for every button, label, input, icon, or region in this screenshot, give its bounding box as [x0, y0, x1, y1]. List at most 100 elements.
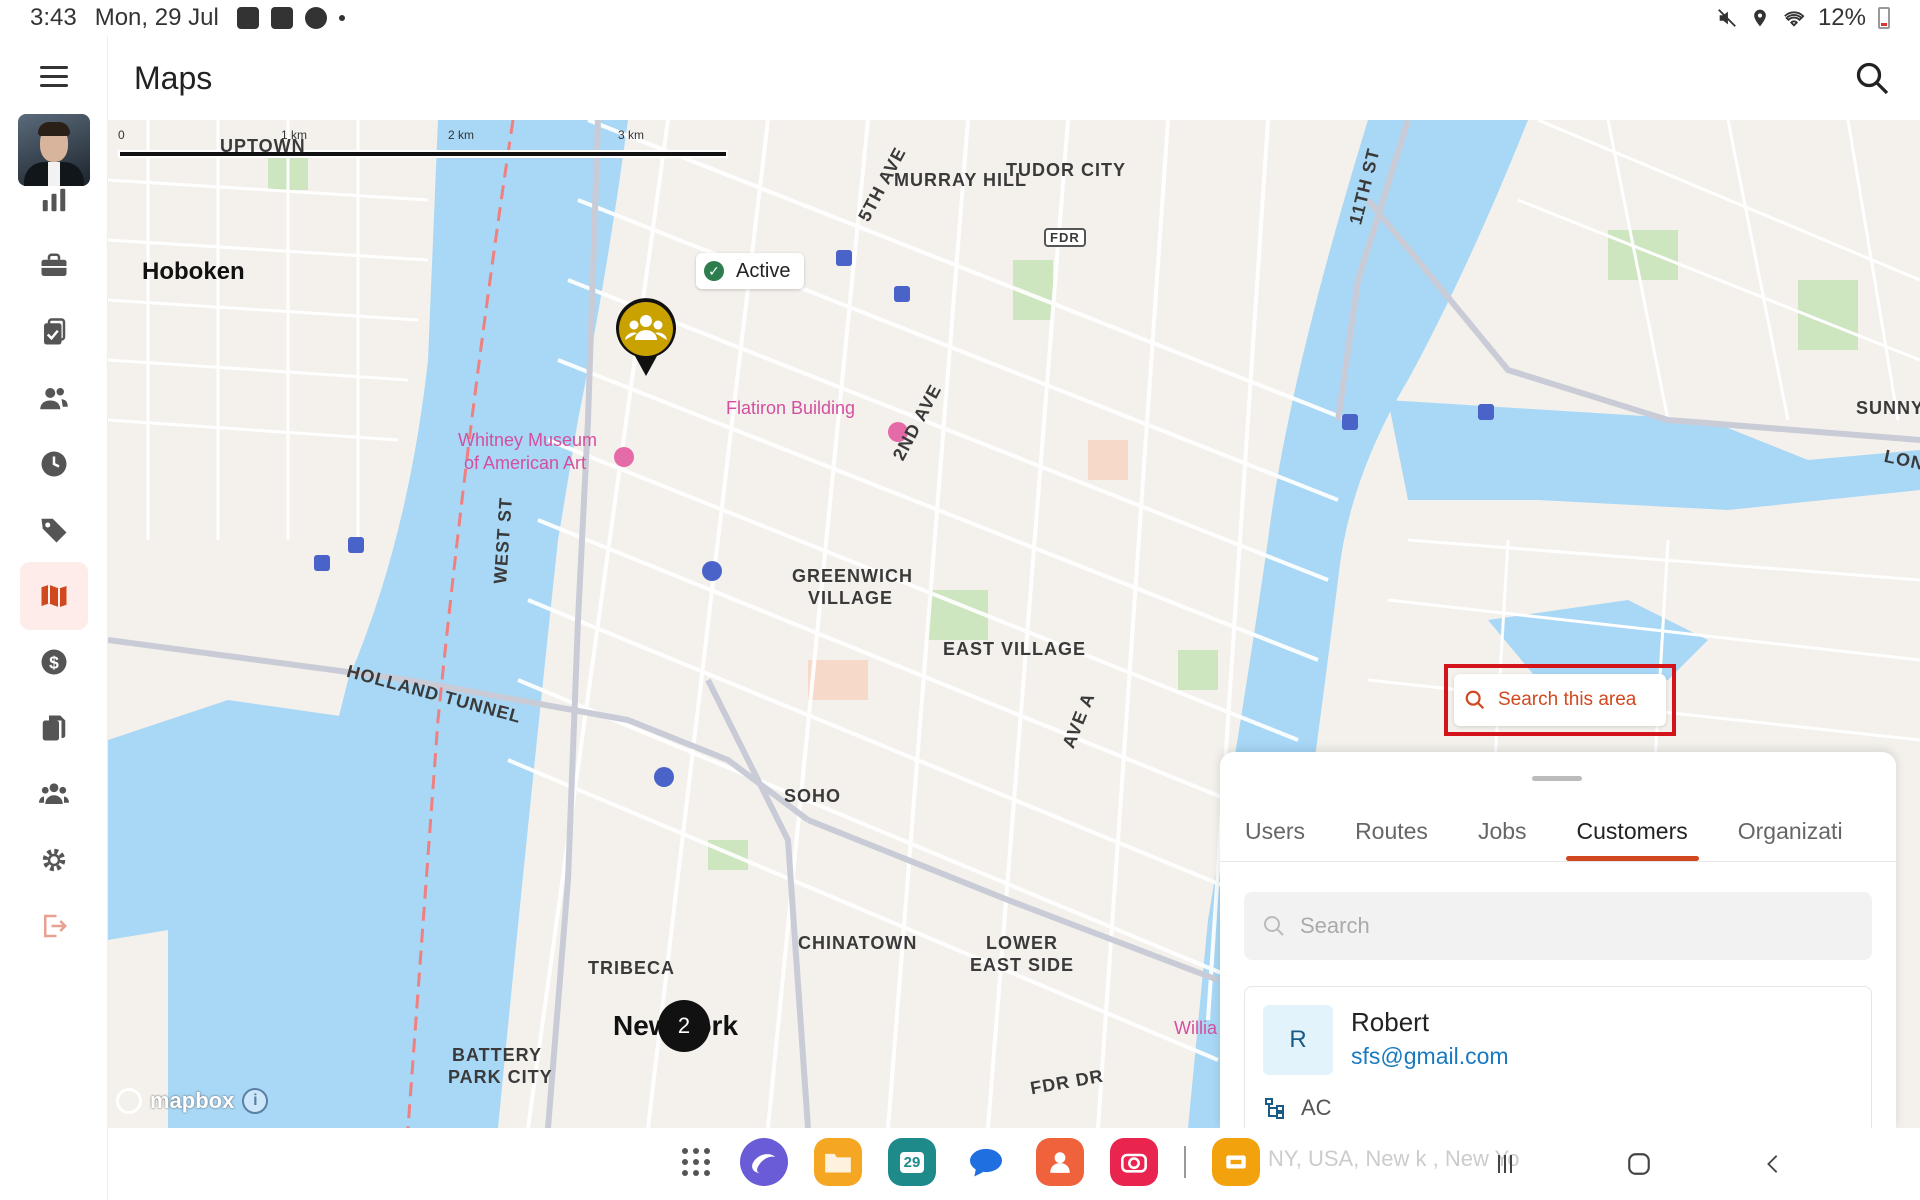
- cluster-marker[interactable]: 2: [658, 1000, 710, 1052]
- map-label: GREENWICH: [792, 566, 913, 586]
- apps-grid-icon[interactable]: [678, 1144, 714, 1180]
- map-label: EAST VILLAGE: [943, 639, 1087, 659]
- sidebar-item-maps[interactable]: [20, 562, 88, 630]
- bolt-notification-icon: [304, 7, 327, 29]
- dollar-icon: $: [41, 649, 67, 675]
- tab-customers[interactable]: Customers: [1552, 802, 1713, 861]
- sidebar-item-logout[interactable]: [20, 892, 88, 960]
- camera-icon[interactable]: [1110, 1138, 1158, 1186]
- customer-card[interactable]: R Robert sfs@gmail.com AC: [1244, 986, 1872, 1128]
- map-icon: [41, 584, 67, 608]
- search-this-area-button[interactable]: Search this area: [1454, 674, 1666, 726]
- battery-percent: 12%: [1817, 4, 1866, 31]
- sidebar-item-tags[interactable]: [20, 496, 88, 564]
- messages-icon[interactable]: [962, 1138, 1010, 1186]
- clock-icon: [41, 451, 67, 477]
- marker-status-text: Active: [736, 259, 791, 282]
- map-label-poi: Flatiron Building: [726, 398, 856, 418]
- calendar-day: 29: [899, 1151, 925, 1173]
- sidebar-item-users[interactable]: [20, 364, 88, 432]
- search-this-area-label: Search this area: [1498, 689, 1637, 710]
- sheet-tabs: Users Routes Jobs Customers Organizati: [1220, 802, 1896, 862]
- scale-label-3: 3 km: [618, 128, 645, 142]
- bar-chart-icon: [42, 188, 66, 212]
- map-label: BATTERY: [452, 1045, 542, 1065]
- svg-text:$: $: [49, 652, 59, 672]
- settings-icon: [42, 848, 66, 872]
- map-label-poi: Willia: [1174, 1018, 1217, 1038]
- nav-rail: $: [0, 36, 108, 1200]
- sidebar-item-documents[interactable]: [20, 694, 88, 762]
- tab-organizations[interactable]: Organizati: [1713, 802, 1868, 861]
- marker-status-label: ✓ Active: [696, 253, 805, 289]
- logout-icon: [44, 914, 68, 938]
- tab-routes[interactable]: Routes: [1330, 802, 1453, 861]
- map-label: SOHO: [784, 786, 842, 806]
- contacts-icon[interactable]: [1036, 1138, 1084, 1186]
- status-time: 3:43: [30, 4, 77, 31]
- map-label: FDR: [1044, 228, 1086, 247]
- scale-label-0: 0: [118, 128, 125, 142]
- map-scale: 0 1 km 2 km 3 km: [118, 128, 728, 158]
- sidebar-item-dashboard[interactable]: [20, 166, 88, 234]
- map-label: VILLAGE: [808, 588, 894, 608]
- app-dock: 29: [678, 1138, 1260, 1186]
- map-label: TUDOR CITY: [1006, 160, 1126, 180]
- status-date: Mon, 29 Jul: [94, 4, 219, 31]
- location-icon: [1754, 9, 1766, 27]
- sidebar-item-tasks[interactable]: [20, 298, 88, 366]
- sidebar-item-jobs[interactable]: [20, 232, 88, 300]
- map-label: PARK CITY: [448, 1067, 553, 1087]
- map-label: TRIBECA: [588, 958, 675, 978]
- clipboard-check-icon: [44, 318, 66, 345]
- internet-icon[interactable]: [740, 1138, 788, 1186]
- map-label: UPTOWN: [220, 136, 306, 156]
- scale-label-2: 2 km: [448, 128, 475, 142]
- map-label-poi: Whitney Museum: [458, 430, 598, 450]
- tag-icon: [41, 518, 67, 543]
- map-label: CHINATOWN: [798, 933, 918, 953]
- calendar-icon[interactable]: 29: [888, 1138, 936, 1186]
- recents-icon[interactable]: [1483, 1142, 1527, 1186]
- map-label: Hoboken: [142, 258, 245, 285]
- search-input[interactable]: [1300, 913, 1820, 939]
- map-label-poi: of American Art: [464, 453, 587, 473]
- app-icon[interactable]: [1212, 1138, 1260, 1186]
- bottom-sheet: Users Routes Jobs Customers Organizati R…: [1220, 752, 1896, 1128]
- search-this-area-highlight: Search this area: [1444, 664, 1676, 736]
- mapbox-logo-icon: [116, 1088, 142, 1114]
- sidebar-item-billing[interactable]: $: [20, 628, 88, 696]
- customer-address: NY, USA, New k , New Yo: [1268, 1146, 1520, 1171]
- customer-email[interactable]: sfs@gmail.com: [1351, 1043, 1509, 1070]
- team-icon: [39, 783, 69, 804]
- mute-icon: [1718, 9, 1736, 27]
- tab-jobs[interactable]: Jobs: [1453, 802, 1552, 861]
- menu-icon[interactable]: [40, 66, 68, 88]
- map-label: SUNNY: [1856, 398, 1920, 418]
- search-icon: [1465, 690, 1485, 710]
- users-icon: [40, 388, 68, 410]
- drag-handle[interactable]: [1532, 776, 1582, 781]
- sidebar-item-timesheets[interactable]: [20, 430, 88, 498]
- tab-users[interactable]: Users: [1220, 802, 1330, 861]
- search-icon[interactable]: [1854, 60, 1890, 96]
- customer-org: AC: [1263, 1095, 1332, 1121]
- files-icon[interactable]: [814, 1138, 862, 1186]
- dock-separator: [1184, 1146, 1186, 1178]
- documents-icon: [42, 715, 66, 741]
- home-icon[interactable]: [1617, 1142, 1661, 1186]
- info-icon[interactable]: i: [242, 1088, 269, 1114]
- sidebar-item-teams[interactable]: [20, 760, 88, 828]
- gallery-notification-icon: [236, 7, 259, 29]
- mapbox-logo: mapbox i: [116, 1088, 269, 1114]
- sidebar-item-settings[interactable]: [20, 826, 88, 894]
- customer-name: Robert: [1351, 1007, 1430, 1037]
- app-header: Maps: [108, 36, 1920, 120]
- system-nav: [1483, 1142, 1795, 1186]
- back-icon[interactable]: [1751, 1142, 1795, 1186]
- map-label: EAST SIDE: [970, 955, 1075, 975]
- taskbar: NY, USA, New k , New Yo 29: [108, 1128, 1920, 1200]
- org-tree-icon: [1265, 1098, 1284, 1119]
- customer-org-label: AC: [1301, 1095, 1332, 1120]
- user-group-marker[interactable]: [615, 298, 677, 378]
